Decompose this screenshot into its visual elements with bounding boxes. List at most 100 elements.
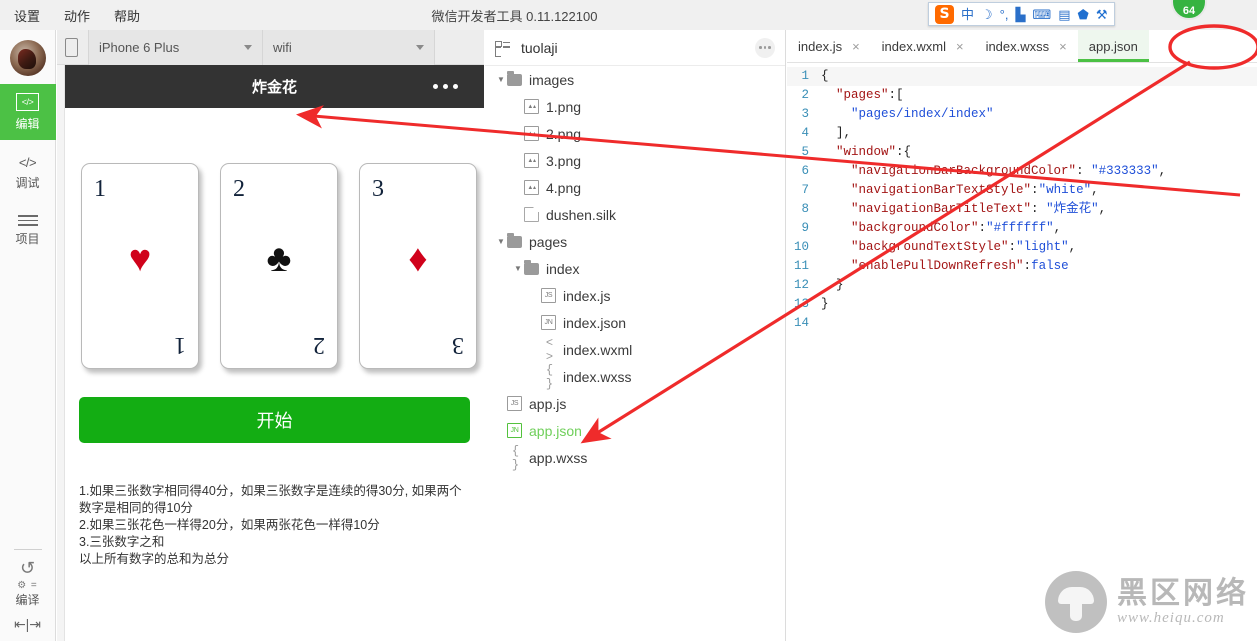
code-area[interactable]: 1{2 "pages":[3 "pages/index/index" 4 ], 5 … (787, 63, 1257, 641)
line-number: 13 (793, 297, 809, 311)
tree-item-app-json[interactable]: JN app.json (485, 417, 785, 444)
tab-index-wxss[interactable]: index.wxss × (975, 30, 1078, 62)
tree-item-label: index (546, 260, 580, 277)
tree-item-1-png[interactable]: ▲▴ 1.png (485, 93, 785, 120)
tree-item-label: pages (529, 233, 568, 250)
tree-item-index[interactable]: ▼ index (485, 255, 785, 282)
line-number: 12 (793, 278, 809, 292)
project-name: tuolaji (521, 39, 558, 56)
tree-more-icon[interactable] (755, 37, 775, 58)
navbar-more-icon[interactable] (433, 84, 458, 89)
tree-item-label: images (529, 71, 575, 88)
mini-program-navbar: 炸金花 (65, 65, 484, 108)
line-text[interactable]: ], (821, 124, 851, 143)
tree-item-index-wxml[interactable]: < > index.wxml (485, 336, 785, 364)
watermark-url: www.heiqu.com (1117, 609, 1225, 626)
chevron-down-icon[interactable]: ▼ (495, 237, 507, 246)
tree-item-index-json[interactable]: JN index.json (485, 309, 785, 336)
tab-index-js[interactable]: index.js × (787, 30, 871, 62)
close-icon[interactable]: × (852, 39, 860, 54)
ime-keyboard-icon[interactable]: ⌨ (1032, 8, 1051, 21)
tree-item-2-png[interactable]: ▲▴ 2.png (485, 120, 785, 147)
sogou-logo-icon[interactable]: S (935, 4, 954, 24)
curly-braces-icon: { } (511, 443, 520, 472)
ime-punctuation-icon[interactable]: °, (1000, 8, 1009, 21)
ime-skin-icon[interactable]: ⬟ (1078, 8, 1089, 21)
playing-card[interactable]: 3 ♦ 3 (359, 163, 477, 369)
code-line: 5 "window":{ (787, 143, 1257, 162)
tree-item-3-png[interactable]: ▲▴ 3.png (485, 147, 785, 174)
menu-help[interactable]: 帮助 (114, 6, 140, 25)
line-text[interactable]: "backgroundColor":"#ffffff", (821, 219, 1061, 238)
device-select[interactable]: iPhone 6 Plus (88, 29, 263, 65)
hamburger-icon (17, 215, 38, 226)
editor-panel: index.js × index.wxml × index.wxss × app.json … (787, 30, 1257, 641)
ime-chinese-mode-icon[interactable]: 中 (961, 8, 974, 21)
chevron-down-icon (244, 44, 252, 50)
playing-card[interactable]: 1 ♥ 1 (81, 163, 199, 369)
line-text[interactable]: "pages/index/index" (821, 105, 994, 124)
card-number-bottom: 2 (313, 332, 325, 358)
tree-item-index-js[interactable]: JS index.js (485, 282, 785, 309)
rail-edit[interactable]: </> 编辑 (0, 84, 56, 140)
app-window: 设置 动作 帮助 微信开发者工具 0.11.122100 S 中 ☽ °, ▙ … (0, 0, 1257, 641)
simulator-stage: 炸金花 1 ♥ 1 2 ♣ 2 3 ♦ 3 开始 1.如果三张数字相同得40分，… (57, 65, 484, 641)
tree-item-dushen-silk[interactable]: dushen.silk (485, 201, 785, 228)
ime-microphone-icon[interactable]: ▙ (1015, 8, 1025, 21)
close-icon[interactable]: × (1059, 39, 1067, 54)
tree-item-app-wxss[interactable]: { } app.wxss (485, 443, 785, 472)
rail-project[interactable]: 项目 (0, 199, 56, 255)
code-line: 3 "pages/index/index" (787, 105, 1257, 124)
close-icon[interactable]: × (956, 39, 964, 54)
line-text[interactable]: "pages":[ (821, 86, 904, 105)
watermark-text: 黑区网络 www.heiqu.com (1117, 577, 1249, 627)
code-line: 8 "navigationBarTitleText": "炸金花", (787, 200, 1257, 219)
code-line: 2 "pages":[ (787, 86, 1257, 105)
chevron-down-icon[interactable]: ▼ (495, 75, 507, 84)
ime-tools-icon[interactable]: ⚒ (1096, 8, 1108, 21)
line-text[interactable]: "backgroundTextStyle":"light", (821, 238, 1076, 257)
panel-split-icon[interactable]: ⇤|⇥ (14, 608, 41, 635)
rule-line-4: 以上所有数字的总和为总分 (79, 552, 230, 566)
line-text[interactable]: "navigationBarTitleText": "炸金花", (821, 200, 1106, 219)
tab-app-json[interactable]: app.json (1077, 30, 1150, 62)
start-button[interactable]: 开始 (79, 397, 470, 443)
line-text[interactable]: } (821, 295, 829, 314)
watermark: 黑区网络 www.heiqu.com (1045, 571, 1249, 633)
line-text[interactable]: { (821, 67, 829, 86)
line-text[interactable]: } (821, 276, 844, 295)
tree-item-4-png[interactable]: ▲▴ 4.png (485, 174, 785, 201)
tree-item-index-wxss[interactable]: { } index.wxss (485, 363, 785, 391)
rail-debug[interactable]: </> 调试 (0, 140, 56, 199)
code-line: 9 "backgroundColor":"#ffffff", (787, 219, 1257, 238)
playing-card[interactable]: 2 ♣ 2 (220, 163, 338, 369)
js-file-icon: JS (507, 396, 522, 411)
tree-item-app-js[interactable]: JS app.js (485, 390, 785, 417)
chevron-down-icon[interactable]: ▼ (512, 264, 524, 273)
tree-item-pages[interactable]: ▼ pages (485, 228, 785, 255)
line-text[interactable]: "navigationBarBackgroundColor": "#333333… (821, 162, 1166, 181)
ime-cards-icon[interactable]: ▤ (1058, 8, 1070, 21)
avatar[interactable] (9, 40, 46, 76)
tree-item-images[interactable]: ▼ images (485, 66, 785, 93)
menu-actions[interactable]: 动作 (64, 6, 90, 25)
tab-index-wxml[interactable]: index.wxml × (871, 30, 975, 62)
network-select[interactable]: wifi (263, 29, 435, 65)
ime-toolbar[interactable]: S 中 ☽ °, ▙ ⌨ ▤ ⬟ ⚒ (928, 2, 1115, 26)
code-line: 11 "enablePullDownRefresh":false (787, 257, 1257, 276)
json-file-icon: JN (541, 315, 556, 330)
tree-item-label: 3.png (546, 152, 582, 169)
line-text[interactable]: "window":{ (821, 143, 911, 162)
tree-item-label: app.json (529, 422, 582, 439)
tab-label: index.wxss (985, 38, 1050, 54)
tree-item-label: 4.png (546, 179, 582, 196)
phone-icon[interactable] (65, 37, 78, 57)
tree-item-label: index.wxml (563, 341, 633, 358)
line-text[interactable]: "enablePullDownRefresh":false (821, 257, 1069, 276)
line-text[interactable]: "navigationBarTextStyle":"white", (821, 181, 1099, 200)
file-tree-body: ▼ images ▲▴ 1.png ▲▴ 2.png ▲▴ 3.png ▲▴ 4.png dushe… (485, 66, 785, 472)
ime-moon-icon[interactable]: ☽ (981, 8, 993, 21)
menu-settings[interactable]: 设置 (14, 6, 40, 25)
code-icon: </> (15, 93, 40, 111)
compile-refresh-icon[interactable]: ↺ (20, 558, 35, 579)
